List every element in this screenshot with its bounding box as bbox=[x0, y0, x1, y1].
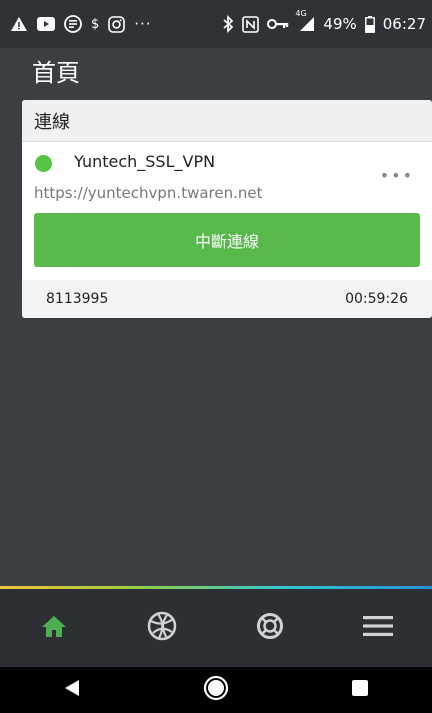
menu-icon bbox=[363, 615, 393, 641]
dollar-icon: $ bbox=[91, 16, 100, 32]
help-lifebuoy-icon bbox=[256, 612, 284, 644]
nav-menu[interactable] bbox=[348, 598, 408, 658]
recents-icon bbox=[351, 679, 369, 701]
connection-card: 連線 Yuntech_SSL_VPN https://yuntechvpn.tw… bbox=[22, 100, 432, 318]
warning-icon bbox=[10, 16, 28, 32]
back-button[interactable] bbox=[42, 670, 102, 710]
more-notifications-icon: ··· bbox=[134, 15, 152, 33]
nav-help[interactable] bbox=[240, 598, 300, 658]
vpn-key-icon bbox=[267, 18, 289, 30]
connected-status-dot bbox=[35, 155, 52, 172]
vpn-profile-row[interactable]: Yuntech_SSL_VPN https://yuntechvpn.tware… bbox=[22, 142, 432, 212]
battery-icon bbox=[364, 15, 375, 33]
vpn-name: Yuntech_SSL_VPN bbox=[74, 152, 216, 171]
clock: 06:27 bbox=[382, 15, 426, 33]
card-header: 連線 bbox=[22, 100, 432, 142]
session-id: 8113995 bbox=[46, 291, 109, 307]
globe-icon bbox=[147, 611, 177, 645]
home-system-button[interactable] bbox=[186, 670, 246, 710]
connection-duration: 00:59:26 bbox=[345, 291, 408, 307]
signal-icon: 4G bbox=[295, 9, 315, 32]
home-icon bbox=[41, 614, 67, 642]
app-icon bbox=[64, 15, 82, 33]
nav-globe[interactable] bbox=[132, 598, 192, 658]
more-options-button[interactable]: ••• bbox=[380, 166, 414, 185]
system-nav-bar bbox=[0, 667, 432, 713]
disconnect-button[interactable]: 中斷連線 bbox=[34, 213, 420, 267]
nfc-icon bbox=[242, 15, 260, 33]
bluetooth-icon bbox=[222, 15, 234, 33]
session-info: 8113995 00:59:26 bbox=[22, 280, 432, 318]
home-circle-icon bbox=[203, 675, 229, 705]
card-title: 連線 bbox=[34, 111, 70, 133]
instagram-icon bbox=[108, 15, 126, 33]
status-bar: $ ··· 4G 49% 06:27 bbox=[0, 0, 432, 48]
youtube-icon bbox=[37, 17, 55, 31]
vpn-url: https://yuntechvpn.twaren.net bbox=[34, 184, 263, 202]
page-title: 首頁 bbox=[32, 59, 80, 87]
battery-percent: 49% bbox=[323, 15, 357, 33]
bottom-nav bbox=[0, 589, 432, 667]
recents-button[interactable] bbox=[330, 670, 390, 710]
nav-home[interactable] bbox=[24, 598, 84, 658]
back-icon bbox=[62, 678, 82, 702]
network-type: 4G bbox=[295, 9, 307, 18]
